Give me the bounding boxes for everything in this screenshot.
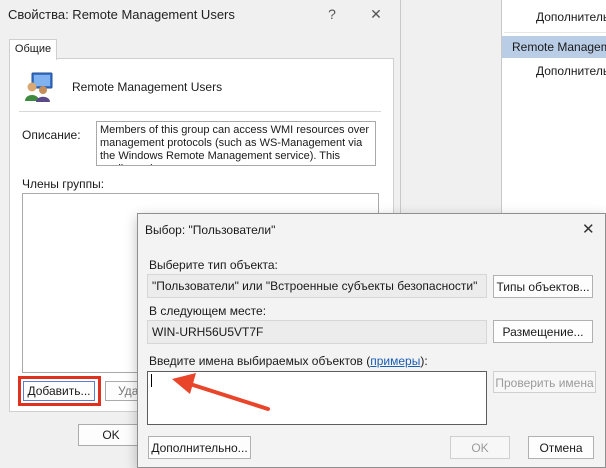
help-button[interactable]: ? xyxy=(322,6,342,22)
dialog-title: Выбор: "Пользователи" xyxy=(145,223,276,237)
object-type-label: Выберите тип объекта: xyxy=(149,258,278,272)
close-icon[interactable]: ✕ xyxy=(366,6,386,23)
cancel-button[interactable]: Отмена xyxy=(528,436,594,459)
enter-names-label-suffix: ): xyxy=(420,354,428,368)
object-types-button[interactable]: Типы объектов... xyxy=(493,275,593,298)
close-icon[interactable]: ✕ xyxy=(582,220,595,238)
text-caret xyxy=(151,374,152,387)
group-name: Remote Management Users xyxy=(72,80,223,94)
examples-link[interactable]: примеры xyxy=(370,354,420,368)
advanced-button[interactable]: Дополнительно... xyxy=(148,436,251,459)
locations-button[interactable]: Размещение... xyxy=(493,320,593,343)
tree-item-selected[interactable]: Remote Managem xyxy=(502,36,606,58)
user-group-icon xyxy=(25,72,53,102)
description-field[interactable]: Members of this group can access WMI res… xyxy=(96,121,376,166)
tree-item[interactable]: Дополнитель xyxy=(536,10,606,24)
tab-general[interactable]: Общие xyxy=(9,39,57,60)
tree-item[interactable]: Дополнитель xyxy=(536,64,606,78)
description-label: Описание: xyxy=(22,128,81,142)
divider xyxy=(19,111,381,112)
location-label: В следующем месте: xyxy=(149,304,267,318)
check-names-button[interactable]: Проверить имена xyxy=(493,371,596,393)
object-type-field: "Пользователи" или "Встроенные субъекты … xyxy=(147,274,487,298)
ok-button[interactable]: OK xyxy=(450,436,510,459)
divider xyxy=(504,32,606,33)
enter-names-label: Введите имена выбираемых объектов (приме… xyxy=(149,354,428,368)
members-label: Члены группы: xyxy=(22,177,105,191)
object-names-input[interactable] xyxy=(147,371,487,425)
add-button[interactable]: Добавить... xyxy=(23,381,95,401)
properties-window-title: Свойства: Remote Management Users xyxy=(8,7,235,22)
location-field: WIN-URH56U5VT7F xyxy=(147,320,487,344)
properties-ok-button[interactable]: OK xyxy=(78,424,144,446)
enter-names-label-prefix: Введите имена выбираемых объектов ( xyxy=(149,354,371,368)
